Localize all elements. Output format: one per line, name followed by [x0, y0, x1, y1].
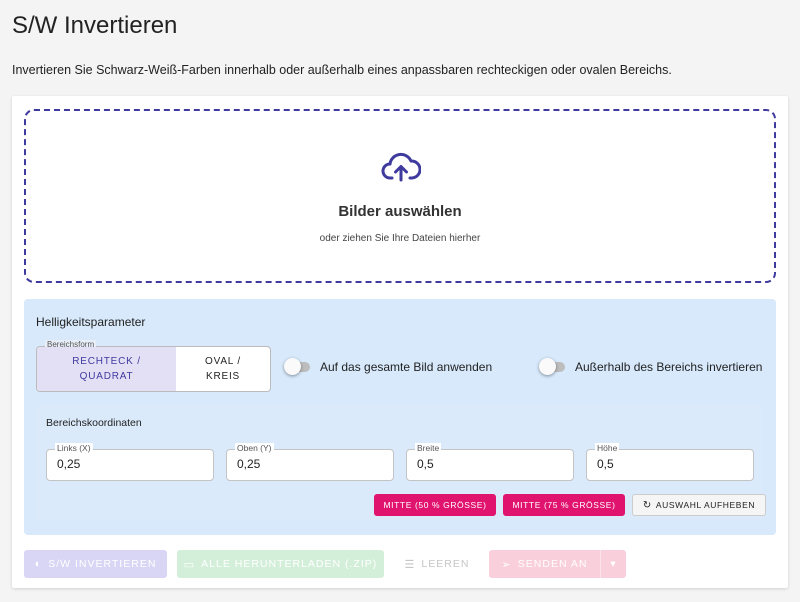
send-icon: ➢ — [501, 558, 512, 571]
main-card: Bilder auswählen oder ziehen Sie Ihre Da… — [12, 96, 788, 588]
reset-icon: ↻ — [642, 499, 652, 511]
switch-track[interactable] — [539, 358, 565, 375]
apply-whole-image-toggle[interactable]: Auf das gesamte Bild anwenden — [284, 358, 493, 375]
shape-rectangle-label: RECHTECK / QUADRAT — [72, 356, 141, 382]
shape-oval-button[interactable]: OVAL / KREIS — [176, 347, 270, 391]
parameters-panel: Helligkeitsparameter Bereichsform RECHTE… — [24, 299, 776, 535]
width-label: Breite — [415, 443, 442, 453]
center-75-button[interactable]: MITTE (75 % GRÖSSE) — [503, 494, 625, 516]
parameters-title: Helligkeitsparameter — [36, 315, 146, 329]
width-input[interactable] — [417, 457, 557, 471]
download-all-button[interactable]: ▭ ALLE HERUNTERLADEN (.ZIP) — [177, 550, 384, 578]
shape-toggle-group: Bereichsform RECHTECK / QUADRAT OVAL / K… — [36, 340, 271, 392]
clear-all-icon: ☰ — [404, 558, 416, 571]
folder-zip-icon: ▭ — [183, 558, 196, 571]
top-y-input[interactable] — [237, 457, 377, 471]
left-x-label: Links (X) — [55, 443, 93, 453]
shape-oval-label: OVAL / KREIS — [205, 356, 241, 382]
download-all-label: ALLE HERUNTERLADEN (.ZIP) — [201, 558, 378, 570]
apply-whole-image-label: Auf das gesamte Bild anwenden — [320, 360, 493, 374]
caret-down-icon: ▾ — [610, 558, 617, 570]
top-y-label: Oben (Y) — [235, 443, 274, 453]
clear-label: LEEREN — [421, 558, 470, 570]
coordinates-title: Bereichskoordinaten — [46, 417, 142, 429]
switch-knob — [284, 358, 301, 375]
left-x-input[interactable] — [57, 457, 197, 471]
height-field: Höhe — [586, 443, 754, 481]
width-field: Breite — [406, 443, 574, 481]
cloud-upload-icon — [381, 152, 421, 182]
dropzone-subtitle: oder ziehen Sie Ihre Dateien hierher — [319, 233, 481, 244]
invert-button[interactable]: ◐ S/W INVERTIEREN — [24, 550, 167, 578]
dropzone-title: Bilder auswählen — [338, 203, 462, 220]
send-to-label: SENDEN AN — [517, 558, 588, 570]
coordinates-section: Bereichskoordinaten Links (X) Oben (Y) B… — [36, 405, 766, 521]
invert-label: S/W INVERTIEREN — [48, 558, 157, 570]
page-title: S/W Invertieren — [12, 12, 178, 39]
file-dropzone[interactable]: Bilder auswählen oder ziehen Sie Ihre Da… — [24, 109, 776, 283]
switch-track[interactable] — [284, 358, 310, 375]
contrast-icon: ◐ — [34, 558, 43, 570]
clear-selection-button[interactable]: ↻ AUSWAHL AUFHEBEN — [632, 494, 766, 516]
switch-knob — [539, 358, 556, 375]
page-description: Invertieren Sie Schwarz-Weiß-Farben inne… — [12, 63, 672, 77]
top-y-field: Oben (Y) — [226, 443, 394, 481]
clear-button[interactable]: ☰ LEEREN — [396, 550, 478, 578]
invert-outside-toggle[interactable]: Außerhalb des Bereichs invertieren — [539, 358, 763, 375]
shape-rectangle-button[interactable]: RECHTECK / QUADRAT — [37, 347, 176, 391]
left-x-field: Links (X) — [46, 443, 214, 481]
clear-selection-label: AUSWAHL AUFHEBEN — [655, 500, 756, 510]
send-to-dropdown-button[interactable]: ▾ — [600, 550, 626, 578]
height-label: Höhe — [595, 443, 620, 453]
height-input[interactable] — [597, 457, 737, 471]
invert-outside-label: Außerhalb des Bereichs invertieren — [575, 360, 763, 374]
center-50-button[interactable]: MITTE (50 % GRÖSSE) — [374, 494, 496, 516]
send-to-button[interactable]: ➢ SENDEN AN — [489, 550, 600, 578]
